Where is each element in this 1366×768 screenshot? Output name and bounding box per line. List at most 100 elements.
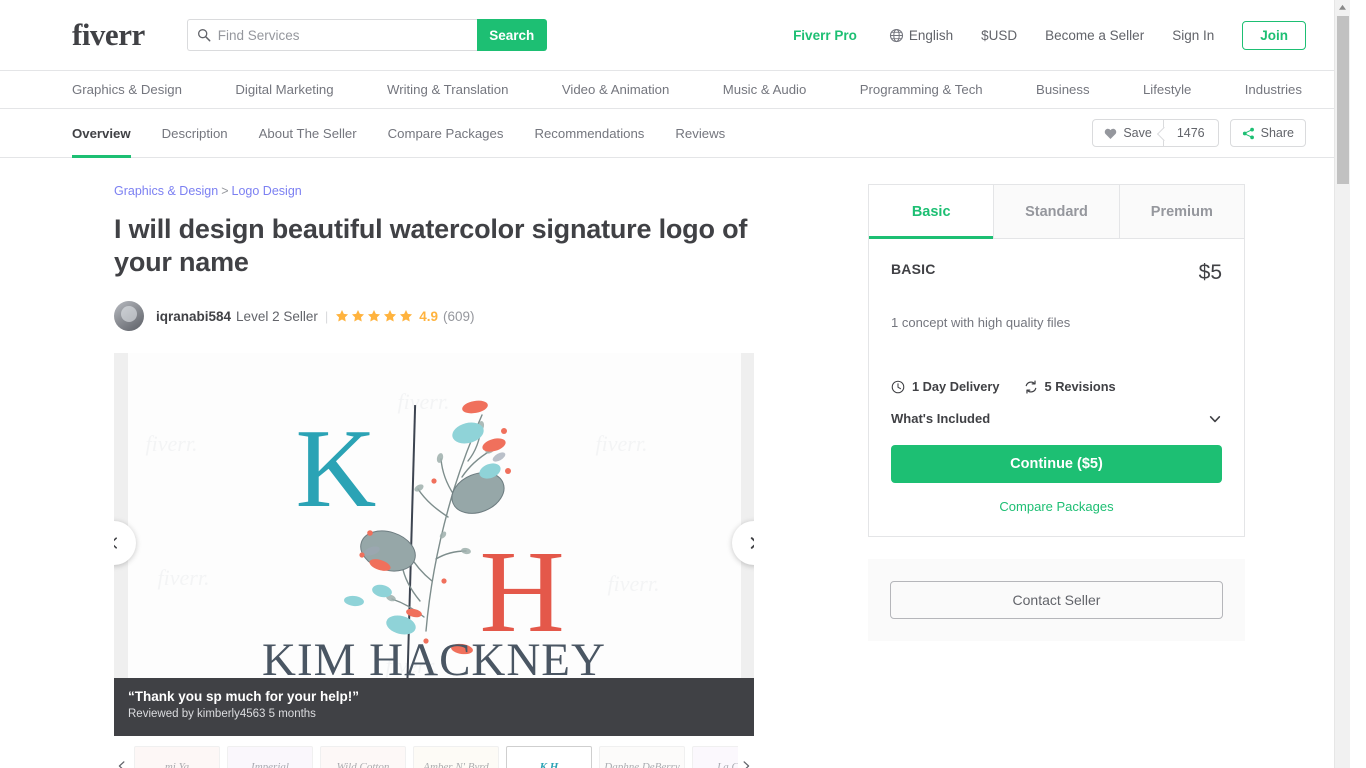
package-price: $5 — [1198, 261, 1222, 284]
category-industries[interactable]: Industries — [1245, 82, 1302, 97]
tab-overview[interactable]: Overview — [72, 109, 131, 158]
compare-packages-link[interactable]: Compare Packages — [891, 499, 1222, 514]
gig-actions: Save 1476 Share — [1092, 119, 1306, 147]
avatar[interactable] — [114, 301, 144, 331]
search-input[interactable] — [217, 27, 477, 43]
page-root: fiverr Search Fiverr Pro English $USD Be… — [0, 0, 1350, 768]
category-lifestyle[interactable]: Lifestyle — [1143, 82, 1191, 97]
fiverr-logo[interactable]: fiverr — [72, 17, 145, 53]
whats-included-toggle[interactable]: What's Included — [891, 411, 1222, 426]
tab-about-the-seller[interactable]: About The Seller — [259, 109, 357, 158]
share-button-label: Share — [1260, 126, 1294, 140]
thumbnail-label: La Cruz — [717, 761, 738, 768]
package-tab-basic[interactable]: Basic — [869, 185, 995, 239]
nav-currency[interactable]: $USD — [967, 28, 1031, 43]
nav-language-label: English — [908, 27, 954, 43]
nav-sign-in[interactable]: Sign In — [1158, 28, 1228, 43]
search-box[interactable] — [186, 19, 477, 51]
tab-description[interactable]: Description — [162, 109, 228, 158]
chevron-left-icon — [114, 536, 121, 550]
revision-icon — [1024, 379, 1038, 394]
tab-reviews[interactable]: Reviews — [675, 109, 725, 158]
star-icon — [335, 309, 349, 323]
package-name: BASIC — [891, 261, 936, 277]
breadcrumb-item-logo-design[interactable]: Logo Design — [232, 184, 302, 198]
tab-recommendations[interactable]: Recommendations — [534, 109, 644, 158]
star-icon — [367, 309, 381, 323]
thumbnail-item[interactable]: La Cruz — [692, 746, 738, 768]
page-scrollbar[interactable] — [1334, 0, 1350, 768]
gig-left-column: Graphics & Design > Logo Design I will des… — [114, 184, 764, 768]
search-button[interactable]: Search — [476, 19, 547, 51]
review-quote: “Thank you sp much for your help!” — [128, 689, 360, 704]
clock-icon — [891, 380, 905, 394]
thumbnail-label: mi Ya — [164, 761, 190, 768]
gallery-review-overlay: “Thank you sp much for your help!” Revie… — [114, 678, 754, 736]
nav-fiverr-pro[interactable]: Fiverr Pro — [793, 28, 875, 43]
seller-username[interactable]: iqranabi584 — [156, 309, 231, 324]
revisions: 5 Revisions — [1024, 379, 1116, 394]
scrollbar-thumb[interactable] — [1337, 16, 1349, 184]
package-tabs: Basic Standard Premium — [869, 185, 1244, 239]
package-tab-standard[interactable]: Standard — [994, 185, 1120, 239]
whats-included-label: What's Included — [891, 411, 991, 426]
package-description: 1 concept with high quality files — [891, 315, 1071, 330]
tab-compare-packages[interactable]: Compare Packages — [388, 109, 504, 158]
thumbnail-item[interactable]: Imperial — [227, 746, 313, 768]
seller-level: Level 2 Seller — [236, 308, 318, 324]
breadcrumb-item-graphics-design[interactable]: Graphics & Design — [114, 184, 218, 198]
main-content: Graphics & Design > Logo Design I will des… — [0, 158, 1350, 768]
heart-icon — [1104, 127, 1117, 140]
contact-seller-card: Contact Seller — [868, 559, 1245, 641]
header-nav-right: Fiverr Pro English $USD Become a Seller … — [793, 20, 1306, 50]
thumbnail-item[interactable]: Wild Cotton — [320, 746, 406, 768]
rating-count: (609) — [443, 308, 475, 324]
scrollbar-up-arrow[interactable] — [1335, 0, 1350, 15]
gallery-thumbnail-strip: mi Ya Imperial Wild Cotton Amber N' Byrd… — [114, 746, 754, 768]
thumbnails-list: mi Ya Imperial Wild Cotton Amber N' Byrd… — [130, 746, 738, 768]
nav-become-a-seller[interactable]: Become a Seller — [1031, 28, 1158, 43]
thumbnails-prev-button[interactable] — [114, 759, 130, 768]
contact-seller-button[interactable]: Contact Seller — [890, 581, 1223, 619]
revisions-label: 5 Revisions — [1044, 379, 1116, 394]
star-icon — [351, 309, 365, 323]
category-graphics-design[interactable]: Graphics & Design — [72, 82, 182, 97]
thumbnail-label: Wild Cotton — [336, 761, 390, 768]
thumbnail-label: K H — [539, 761, 559, 768]
save-count-badge[interactable]: 1476 — [1163, 119, 1219, 147]
thumbnails-next-button[interactable] — [738, 759, 754, 768]
thumbnail-item[interactable]: Daphne DeBerry — [599, 746, 685, 768]
rating-value: 4.9 — [419, 308, 439, 324]
nav-language[interactable]: English — [875, 28, 967, 43]
category-video-animation[interactable]: Video & Animation — [562, 82, 670, 97]
category-business[interactable]: Business — [1036, 82, 1090, 97]
package-header: BASIC $5 — [891, 261, 1222, 285]
thumbnail-label: Imperial — [251, 761, 289, 768]
package-panel: Basic Standard Premium BASIC $5 1 concep… — [868, 184, 1245, 537]
share-icon — [1242, 127, 1255, 140]
category-programming-tech[interactable]: Programming & Tech — [860, 82, 983, 97]
package-body: BASIC $5 1 concept with high quality fil… — [869, 239, 1244, 536]
review-byline: Reviewed by kimberly4563 5 months — [128, 708, 316, 720]
save-button[interactable]: Save — [1092, 119, 1164, 147]
site-header: fiverr Search Fiverr Pro English $USD Be… — [0, 0, 1350, 71]
gig-gallery: fiverr. fiverr. fiverr. fiverr. fiverr. … — [114, 353, 754, 736]
thumbnail-item[interactable]: K H — [506, 746, 592, 768]
page-title: I will design beautiful watercolor signa… — [114, 214, 748, 277]
gig-right-column: Basic Standard Premium BASIC $5 1 concep… — [868, 184, 1245, 768]
category-writing-translation[interactable]: Writing & Translation — [387, 82, 508, 97]
category-digital-marketing[interactable]: Digital Marketing — [235, 82, 333, 97]
share-button[interactable]: Share — [1229, 119, 1306, 147]
chevron-right-icon — [747, 536, 754, 550]
package-tab-premium[interactable]: Premium — [1119, 185, 1244, 239]
continue-button[interactable]: Continue ($5) — [891, 445, 1222, 483]
seller-info-row: iqranabi584 Level 2 Seller | 4.9 (609) — [114, 301, 764, 331]
category-music-audio[interactable]: Music & Audio — [723, 82, 807, 97]
thumbnail-item[interactable]: Amber N' Byrd — [413, 746, 499, 768]
globe-icon — [889, 28, 904, 43]
chevron-down-icon — [1208, 412, 1222, 426]
join-button[interactable]: Join — [1242, 20, 1306, 50]
star-icon — [399, 309, 413, 323]
breadcrumb-separator: > — [221, 184, 229, 198]
thumbnail-item[interactable]: mi Ya — [134, 746, 220, 768]
